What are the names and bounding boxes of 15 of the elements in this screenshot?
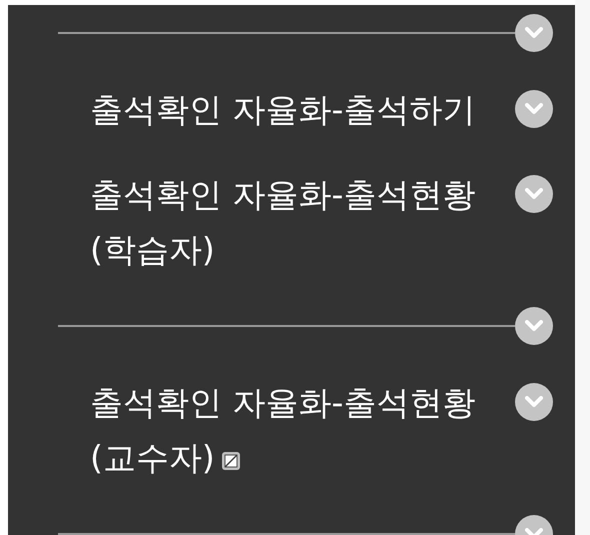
chevron-down-icon [525,396,543,408]
expand-button[interactable] [515,90,553,128]
chevron-down-icon [525,27,543,39]
chevron-down-icon [525,188,543,200]
activity-link[interactable]: (학습자) [90,230,215,269]
expand-button[interactable] [515,383,553,421]
chevron-down-icon [525,320,543,332]
activity-link[interactable]: 출석확인 자율화-출석현황 [90,175,476,214]
expand-button[interactable] [515,175,553,213]
activity-link[interactable]: (교수자) [90,438,215,477]
expand-button[interactable] [515,307,553,345]
expand-button[interactable] [515,14,553,52]
activity-link[interactable]: 출석확인 자율화-출석하기 [90,90,476,129]
chevron-down-icon [525,103,543,115]
activity-link[interactable]: 출석확인 자율화-출석현황 [90,383,476,422]
